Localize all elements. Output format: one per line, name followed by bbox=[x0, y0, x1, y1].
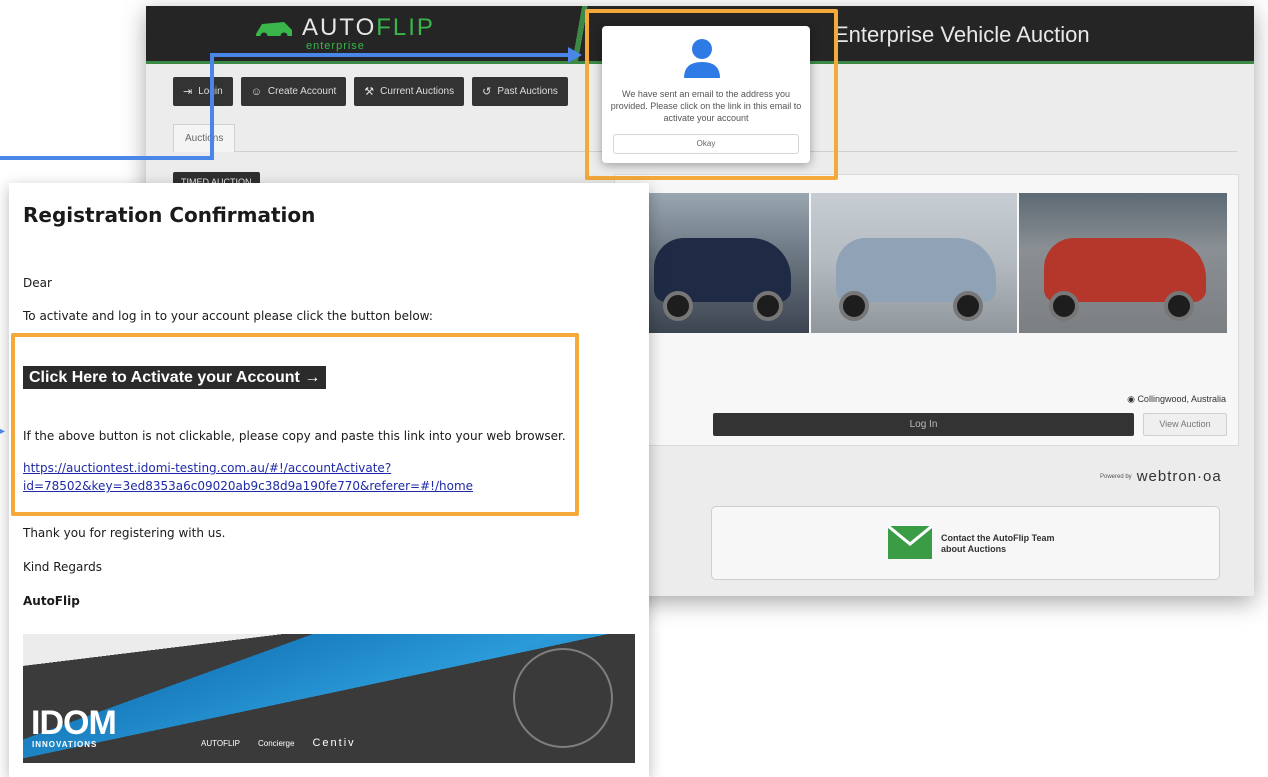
logo-subtitle: enterprise bbox=[306, 40, 365, 52]
nav-label: Past Auctions bbox=[497, 86, 558, 97]
create-account-nav-button[interactable]: ☺ Create Account bbox=[240, 77, 347, 106]
wheel bbox=[839, 291, 869, 321]
envelope-icon bbox=[888, 526, 932, 559]
idom-logo-sub: INNOVATIONS bbox=[32, 740, 98, 749]
location-text: Collingwood, Australia bbox=[1137, 394, 1226, 404]
powered-by-label: Powered by bbox=[1100, 473, 1132, 480]
idom-logo: IDOM bbox=[31, 704, 117, 742]
tab-auctions[interactable]: Auctions bbox=[173, 124, 236, 152]
auction-location: ◉ Collingwood, Australia bbox=[1127, 394, 1226, 405]
wheel bbox=[753, 291, 783, 321]
vehicle-photo[interactable] bbox=[1019, 193, 1227, 333]
centiv-partner-logo: Centiv bbox=[312, 737, 356, 749]
email-regards: Kind Regards bbox=[23, 560, 102, 574]
autoflip-logo[interactable]: AUTOFLIP enterprise bbox=[254, 14, 435, 52]
email-title: Registration Confirmation bbox=[23, 203, 316, 227]
webtron-logo[interactable]: webtron·oa bbox=[1137, 468, 1222, 485]
past-auctions-nav-button[interactable]: ↺ Past Auctions bbox=[472, 77, 568, 106]
wheel bbox=[1164, 291, 1194, 321]
add-user-icon: ☺ bbox=[250, 85, 262, 98]
main-nav: ⇥ Login ☺ Create Account ⚒ Current Aucti… bbox=[173, 77, 568, 106]
nav-label: Create Account bbox=[267, 86, 337, 97]
partner-logos: AUTOFLIP Concierge Centiv bbox=[201, 737, 356, 749]
composite-screenshot: AUTOFLIP enterprise Enterprise Vehicle A… bbox=[0, 0, 1268, 777]
site-title: Enterprise Vehicle Auction bbox=[834, 22, 1090, 47]
auction-card: ◉ Collingwood, Australia Log In View Auc… bbox=[614, 174, 1239, 446]
arrow-head-icon bbox=[568, 47, 582, 63]
connector-line bbox=[210, 53, 570, 57]
email-intro: To activate and log in to your account p… bbox=[23, 309, 433, 323]
map-pin-icon: ◉ bbox=[1127, 394, 1135, 404]
callout-outline-modal bbox=[585, 9, 838, 180]
contact-card[interactable]: Contact the AutoFlip Team about Auctions bbox=[711, 506, 1220, 580]
connector-line bbox=[0, 156, 214, 160]
logo-wordmark: AUTOFLIP bbox=[302, 14, 435, 41]
vehicle-photo[interactable] bbox=[633, 193, 809, 333]
gavel-icon: ⚒ bbox=[364, 86, 375, 98]
login-icon: ⇥ bbox=[183, 86, 193, 98]
wheel bbox=[1049, 291, 1079, 321]
powered-by: Powered by webtron·oa bbox=[1100, 468, 1222, 485]
current-auctions-nav-button[interactable]: ⚒ Current Auctions bbox=[354, 77, 465, 106]
lightbulb-graphic bbox=[513, 648, 613, 748]
concierge-partner-logo: Concierge bbox=[257, 738, 295, 748]
autoflip-partner-logo: AUTOFLIP bbox=[201, 738, 240, 748]
connector-line bbox=[210, 53, 214, 160]
callout-outline-email bbox=[11, 333, 579, 516]
login-nav-button[interactable]: ⇥ Login bbox=[173, 77, 233, 106]
small-arrow-icon: ▸ bbox=[0, 426, 6, 437]
vehicle-photo[interactable] bbox=[811, 193, 1017, 333]
email-sender: AutoFlip bbox=[23, 594, 80, 608]
log-in-button[interactable]: Log In bbox=[713, 413, 1134, 436]
email-thanks: Thank you for registering with us. bbox=[23, 526, 226, 540]
view-auction-button[interactable]: View Auction bbox=[1143, 413, 1227, 436]
car-logo-icon bbox=[256, 22, 292, 40]
wheel bbox=[953, 291, 983, 321]
email-banner: IDOM INNOVATIONS AUTOFLIP Concierge Cent… bbox=[23, 634, 635, 763]
email-greeting: Dear bbox=[23, 276, 52, 290]
history-icon: ↺ bbox=[482, 86, 492, 98]
wheel bbox=[663, 291, 693, 321]
nav-label: Current Auctions bbox=[380, 86, 455, 97]
contact-text: Contact the AutoFlip Team about Auctions bbox=[941, 533, 1055, 554]
